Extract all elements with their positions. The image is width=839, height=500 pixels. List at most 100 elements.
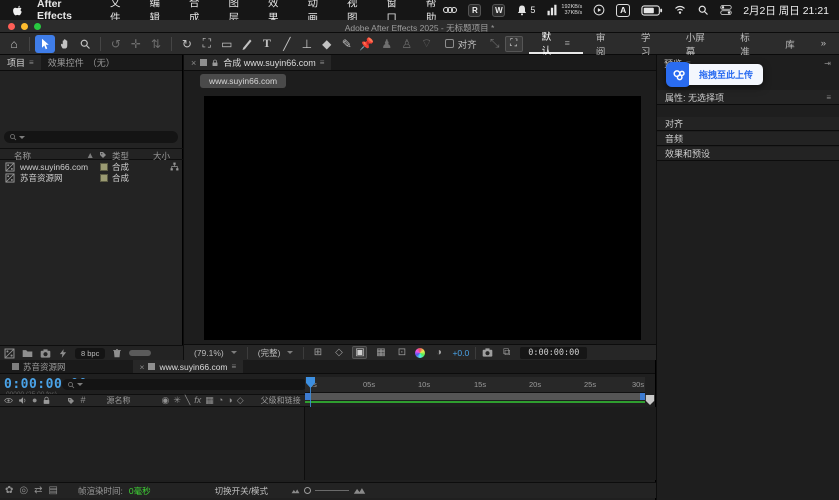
- timeline-tab-inactive[interactable]: 苏音资源网: [0, 360, 73, 373]
- tab-project[interactable]: 项目 ≡: [0, 55, 41, 70]
- adjustment-layer-icon[interactable]: ◑: [227, 396, 232, 405]
- solo-icon[interactable]: ●: [32, 396, 37, 405]
- time-ruler[interactable]: 0s 05s 10s 15s 20s 25s 30s: [305, 377, 645, 393]
- pan-camera-tool-icon[interactable]: ✛: [126, 35, 146, 53]
- puppet-option-icon-2[interactable]: ♙: [397, 35, 417, 53]
- tab-effect-controls[interactable]: 效果控件 （无）: [41, 55, 122, 70]
- comp-marker-bin-icon[interactable]: [645, 394, 655, 406]
- home-tool-icon[interactable]: ⌂: [4, 35, 24, 53]
- effects-presets-panel-header[interactable]: 效果和预设: [657, 147, 839, 161]
- grid-guides-options-icon[interactable]: ⊞: [310, 347, 325, 358]
- timeline-search-input[interactable]: [62, 379, 307, 390]
- label-color-swatch[interactable]: [100, 163, 108, 171]
- parent-link-column[interactable]: 父级和链接: [261, 395, 301, 406]
- timeline-zoom-slider[interactable]: [291, 486, 366, 495]
- battery-icon[interactable]: [641, 5, 663, 16]
- lock-column-icon[interactable]: [42, 396, 51, 405]
- layer-track-area[interactable]: [0, 407, 656, 480]
- work-area-bar[interactable]: [305, 393, 645, 400]
- puppet-option-icon-1[interactable]: ♟: [377, 35, 397, 53]
- preview-timecode[interactable]: 0:00:00:00: [520, 347, 587, 359]
- pen-tool-icon[interactable]: [237, 35, 257, 53]
- grid-options-icon[interactable]: ⛶: [505, 36, 523, 52]
- render-time-meter-icon[interactable]: ▤: [49, 486, 58, 496]
- panel-menu-icon[interactable]: ≡: [826, 93, 831, 102]
- tab-composition-viewer[interactable]: × 合成 www.suyin66.com ≡: [184, 55, 331, 70]
- shy-icon[interactable]: ◉: [161, 396, 169, 405]
- selection-tool-icon[interactable]: [35, 35, 55, 53]
- new-composition-icon[interactable]: [40, 348, 51, 359]
- audio-panel-header[interactable]: 音频: [657, 132, 839, 146]
- spotlight-search-icon[interactable]: [697, 4, 709, 16]
- panel-menu-icon[interactable]: ≡: [232, 362, 237, 371]
- workspace-menu-icon[interactable]: ≡: [565, 38, 570, 48]
- workspace-libraries[interactable]: 库: [772, 33, 808, 54]
- composition-view[interactable]: [204, 96, 641, 340]
- zoom-slider-knob[interactable]: [304, 487, 311, 494]
- r-app-icon[interactable]: R: [468, 4, 481, 17]
- lock-icon[interactable]: [211, 59, 219, 67]
- fx-icon[interactable]: fx: [194, 396, 201, 405]
- pan-behind-tool-icon[interactable]: ⛶: [197, 35, 217, 53]
- roto-brush-tool-icon[interactable]: ✎: [337, 35, 357, 53]
- network-speed-indicator[interactable]: 192KB/s 37KB/s: [546, 4, 582, 16]
- rotation-tool-icon[interactable]: ↻: [177, 35, 197, 53]
- usage-flowchart-icon[interactable]: [170, 162, 179, 171]
- close-tab-icon[interactable]: ×: [191, 58, 196, 68]
- expand-transfer-controls-icon[interactable]: ◎: [19, 486, 28, 496]
- wifi-icon[interactable]: [674, 4, 686, 16]
- menubar-app-name[interactable]: After Effects: [37, 0, 94, 22]
- lasso-icon[interactable]: ⌔: [417, 35, 437, 53]
- snapping-toggle[interactable]: 对齐: [445, 37, 477, 51]
- video-eye-icon[interactable]: [4, 396, 13, 405]
- thumbnail-size-slider[interactable]: [129, 350, 151, 356]
- layer-list-area[interactable]: [0, 407, 305, 480]
- timeline-tab-active[interactable]: × www.suyin66.com ≡: [133, 360, 244, 373]
- snapshot-camera-icon[interactable]: [482, 347, 493, 358]
- delete-item-icon[interactable]: [112, 348, 122, 359]
- project-row-1[interactable]: www.suyin66.com 合成: [0, 161, 183, 172]
- threed-layer-icon[interactable]: ◇: [237, 396, 244, 405]
- resolution-dropdown[interactable]: (完整): [254, 347, 298, 359]
- panel-menu-icon[interactable]: ≡: [320, 58, 325, 67]
- dolly-camera-tool-icon[interactable]: ⇅: [146, 35, 166, 53]
- label-column-icon[interactable]: [67, 397, 75, 405]
- transparency-grid-icon[interactable]: ▦: [373, 347, 388, 358]
- go-to-end-icon[interactable]: ⇥: [824, 59, 831, 68]
- exposure-gamma-icon[interactable]: ⊡: [394, 347, 409, 358]
- input-method-badge[interactable]: A: [616, 4, 630, 17]
- show-snapshot-icon[interactable]: ⧉: [499, 347, 514, 358]
- workspace-overflow-chevron[interactable]: »: [808, 33, 839, 54]
- cloud-upload-overlay[interactable]: 拖拽至此上传: [666, 62, 763, 87]
- workspace-small-screen[interactable]: 小屏幕: [673, 33, 727, 54]
- rectangle-tool-icon[interactable]: ▭: [217, 35, 237, 53]
- menubar-clock[interactable]: 2月2日 周日 21:21: [743, 3, 829, 18]
- layer-number-column[interactable]: #: [80, 396, 85, 405]
- control-center-icon[interactable]: [720, 4, 732, 16]
- project-row-2[interactable]: 苏音资源网 合成: [0, 172, 183, 183]
- label-color-swatch[interactable]: [100, 174, 108, 182]
- workspace-review[interactable]: 审阅: [583, 33, 628, 54]
- exposure-value[interactable]: +0.0: [452, 348, 469, 358]
- project-search-input[interactable]: [4, 131, 178, 143]
- reset-exposure-icon[interactable]: ◑: [431, 347, 446, 358]
- workspace-default[interactable]: 默认≡: [529, 33, 583, 54]
- interpret-footage-icon[interactable]: [4, 348, 15, 359]
- apple-menu-icon[interactable]: [12, 4, 23, 17]
- close-tab-icon[interactable]: ×: [140, 362, 145, 372]
- color-depth-button[interactable]: 8 bpc: [75, 348, 105, 359]
- new-folder-icon[interactable]: [22, 348, 33, 359]
- motion-blur-icon[interactable]: ◔: [218, 396, 223, 405]
- label-column-icon[interactable]: [99, 151, 107, 159]
- zoom-out-mountain-icon[interactable]: [291, 488, 300, 494]
- hand-tool-icon[interactable]: [55, 35, 75, 53]
- expand-layer-switches-icon[interactable]: ✿: [5, 486, 13, 496]
- play-circle-icon[interactable]: [593, 4, 605, 16]
- clone-stamp-tool-icon[interactable]: ⊥: [297, 35, 317, 53]
- zoom-tool-icon[interactable]: [75, 35, 95, 53]
- expand-in-out-icon[interactable]: ⇄: [34, 486, 42, 496]
- frame-blend-icon[interactable]: ▦: [205, 396, 214, 405]
- rings-app-icon[interactable]: [443, 7, 457, 13]
- render-engine-icon[interactable]: [58, 348, 68, 359]
- quality-icon[interactable]: ╲: [185, 396, 190, 405]
